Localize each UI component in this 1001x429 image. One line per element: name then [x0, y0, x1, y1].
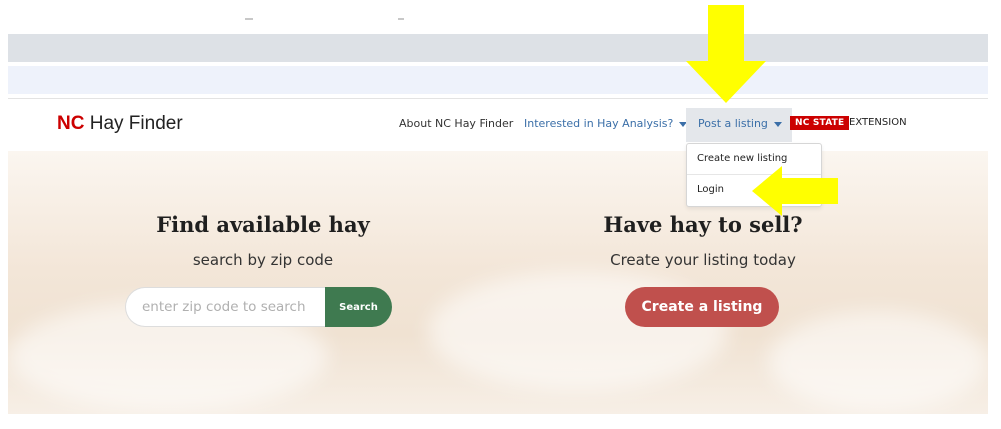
zip-search-input[interactable]: [125, 287, 342, 327]
left-arrow-icon: [752, 166, 838, 216]
extension-label[interactable]: EXTENSION: [849, 117, 907, 128]
faint-mark: [245, 18, 253, 20]
down-arrow-icon: [686, 5, 766, 103]
nav-about-link[interactable]: About NC Hay Finder: [399, 117, 513, 130]
browser-subbar: [8, 66, 988, 94]
navbar: NC Hay Finder About NC Hay Finder Intere…: [8, 99, 988, 151]
browser-bar: [8, 34, 988, 62]
brand-name: Hay Finder: [84, 113, 183, 134]
create-listing-button[interactable]: Create a listing: [625, 287, 779, 327]
nav-analysis-dropdown[interactable]: Interested in Hay Analysis?: [524, 117, 688, 130]
hero-section: Find available hay search by zip code Se…: [8, 151, 988, 414]
brand-logo[interactable]: NC Hay Finder: [57, 113, 183, 135]
zip-search-form: Search: [125, 287, 393, 327]
brand-prefix: NC: [57, 113, 85, 134]
background-cloud: [768, 311, 988, 411]
menu-item-create-listing[interactable]: Create new listing: [697, 153, 787, 164]
find-hay-title: Find available hay: [156, 212, 370, 237]
search-button[interactable]: Search: [325, 287, 392, 327]
ncstate-logo[interactable]: NC STATE: [790, 116, 850, 130]
post-listing-label: Post a listing: [698, 117, 768, 130]
nav-analysis-label: Interested in Hay Analysis?: [524, 117, 674, 130]
menu-item-login[interactable]: Login: [697, 184, 724, 195]
find-hay-subtitle: search by zip code: [192, 251, 334, 269]
post-listing-dropdown[interactable]: Post a listing: [686, 108, 792, 142]
caret-down-icon: [773, 121, 782, 127]
faint-mark: [398, 18, 404, 20]
post-listing-toggle[interactable]: Post a listing: [698, 117, 782, 130]
sell-hay-subtitle: Create your listing today: [610, 251, 796, 269]
